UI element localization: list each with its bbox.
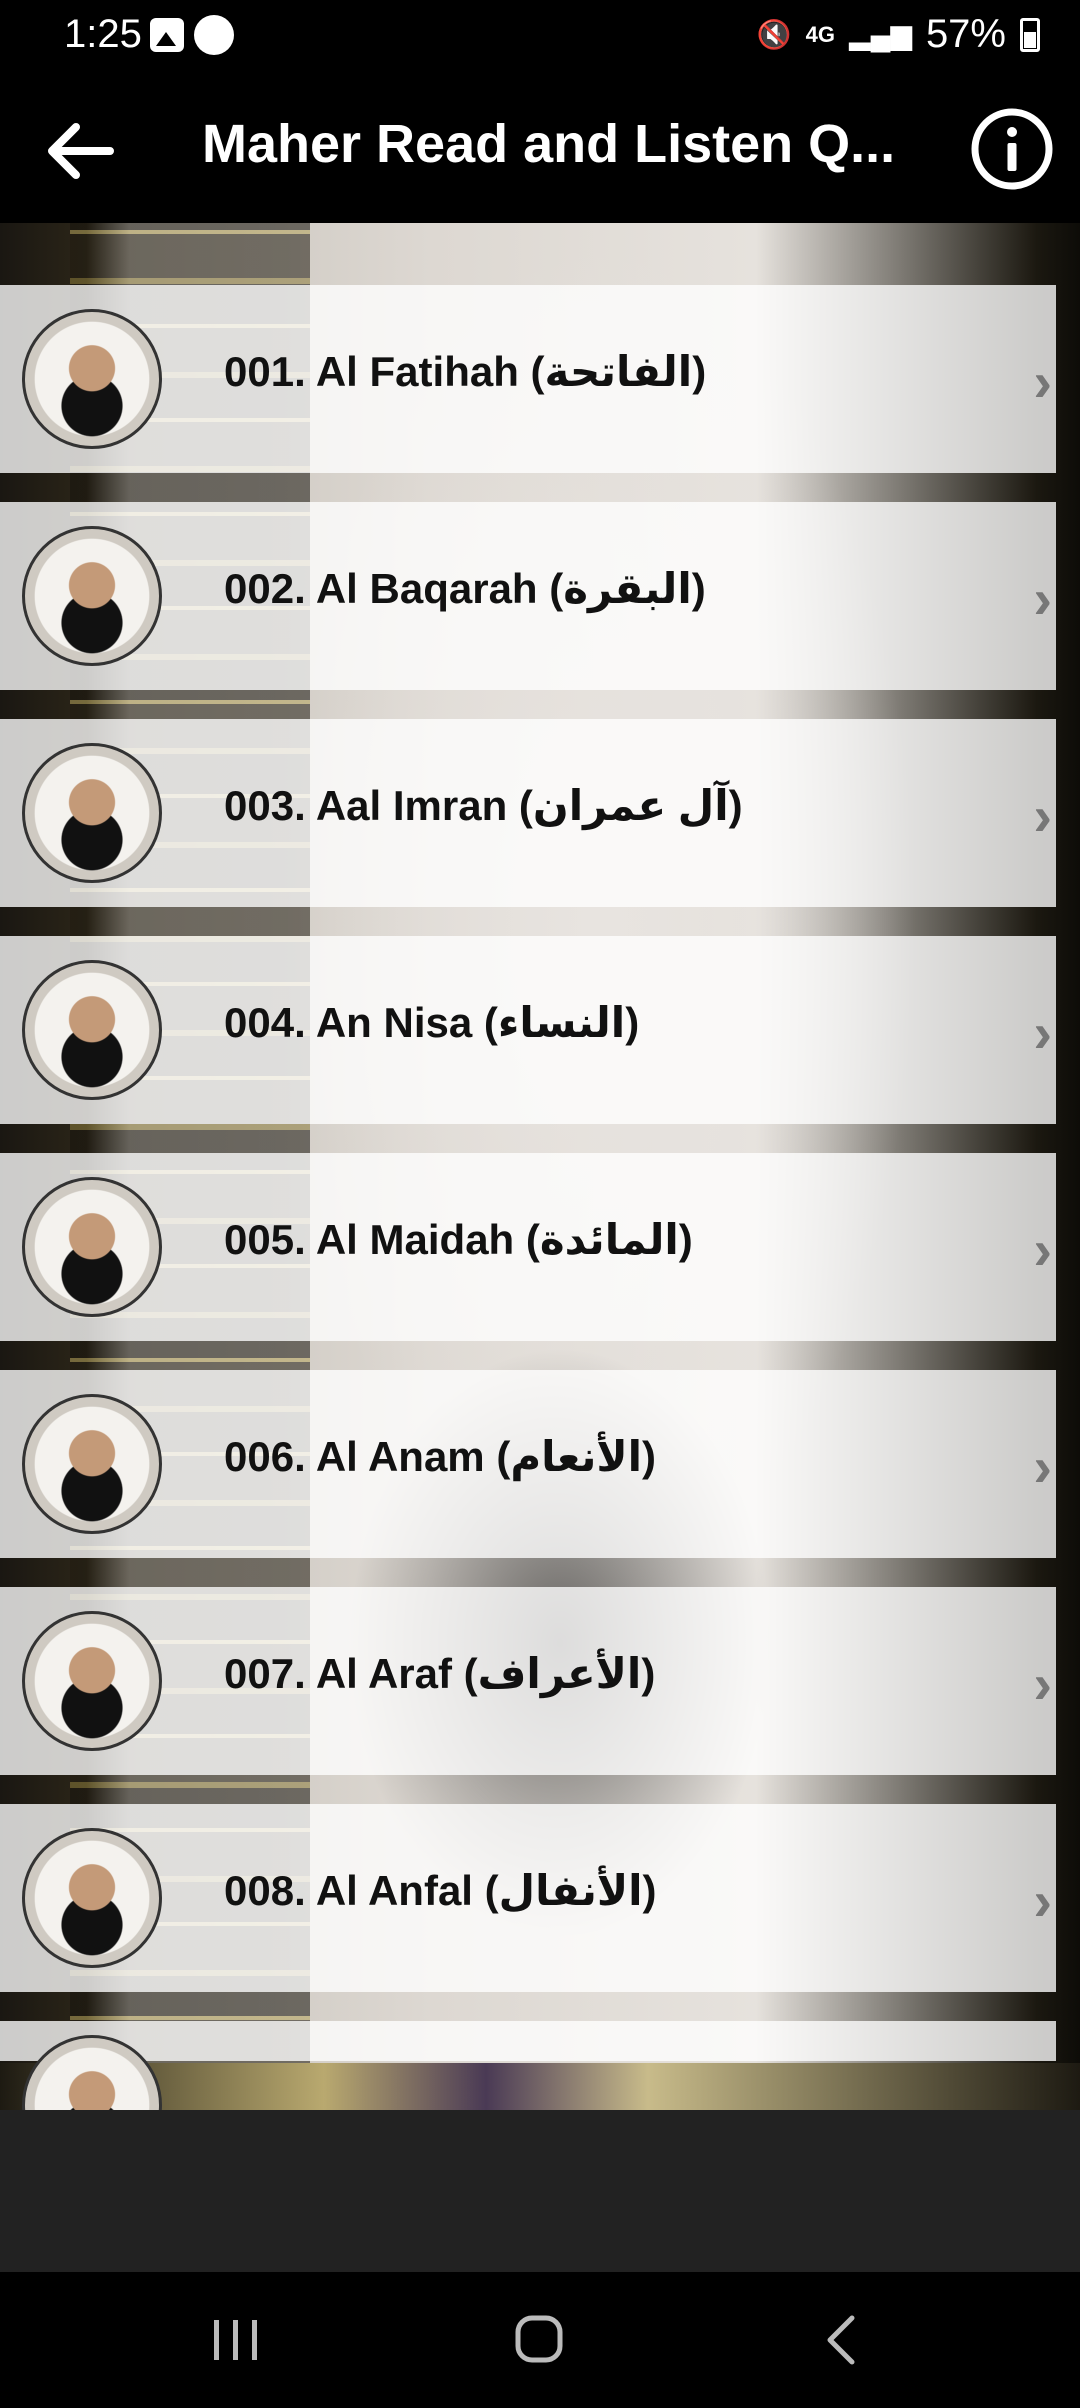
list-item-partial[interactable] [0,2021,1056,2110]
avatar [22,2035,162,2110]
status-time: 1:25 [64,12,142,56]
battery-percent: 57% [925,12,1006,56]
avatar [22,1394,162,1534]
recents-icon [214,2320,257,2360]
home-icon [515,2315,563,2363]
back-icon [827,2315,855,2365]
surah-title: 002. Al Baqarah (البقرة) [224,565,706,612]
notification-icons [150,15,234,58]
mute-icon: 🔇 [756,19,792,50]
surah-list-area[interactable]: 001. Al Fatihah (الفاتحة) › 002. Al Baqa… [0,223,1080,2110]
network-type: 4G [805,21,836,47]
avatar [22,960,162,1100]
background-image-strip [0,2063,1080,2110]
chevron-right-icon: › [1033,350,1052,413]
status-right: 🔇 4G ▂▄▆ 57% [757,12,1040,57]
signal-icon: ▂▄▆ [849,19,912,50]
screen: 1:25 🔇 4G ▂▄▆ 57% Maher Read and Listen … [0,0,1080,2408]
list-item[interactable]: 008. Al Anfal (الأنفال) › [0,1804,1056,1992]
list-item[interactable]: 006. Al Anam (الأنعام) › [0,1370,1056,1558]
battery-icon [1020,17,1040,52]
list-item[interactable]: 004. An Nisa (النساء) › [0,936,1056,1124]
surah-title: 007. Al Araf (الأعراف) [224,1650,656,1697]
list-item[interactable]: 001. Al Fatihah (الفاتحة) › [0,285,1056,473]
surah-title: 005. Al Maidah (المائدة) [224,1216,693,1263]
phone-notification-icon [194,15,234,55]
ad-banner-area [0,2110,1080,2272]
chevron-right-icon: › [1033,1218,1052,1281]
recents-button[interactable] [196,2308,276,2372]
back-button[interactable] [40,111,120,191]
chevron-right-icon: › [1033,567,1052,630]
surah-title: 001. Al Fatihah (الفاتحة) [224,348,707,395]
surah-title: 006. Al Anam (الأنعام) [224,1433,657,1480]
avatar [22,1177,162,1317]
surah-title: 004. An Nisa (النساء) [224,999,640,1046]
page-title: Maher Read and Listen Q... [202,114,896,174]
avatar [22,526,162,666]
home-button[interactable] [500,2308,580,2372]
list-item[interactable]: 005. Al Maidah (المائدة) › [0,1153,1056,1341]
avatar [22,1828,162,1968]
arrow-left-icon [48,123,114,179]
chevron-right-icon: › [1033,1435,1052,1498]
gallery-notification-icon [150,18,184,52]
chevron-right-icon: › [1033,1001,1052,1064]
list-item[interactable]: 002. Al Baqarah (البقرة) › [0,502,1056,690]
status-bar: 1:25 🔇 4G ▂▄▆ 57% [0,0,1080,75]
surah-title: 003. Aal Imran (آل عمران) [224,782,743,829]
list-item[interactable]: 007. Al Araf (الأعراف) › [0,1587,1056,1775]
list-item[interactable]: 003. Aal Imran (آل عمران) › [0,719,1056,907]
app-bar: Maher Read and Listen Q... [0,75,1080,223]
nav-back-button[interactable] [802,2308,882,2372]
surah-title: 008. Al Anfal (الأنفال) [224,1867,657,1914]
info-button[interactable] [968,105,1056,193]
avatar [22,743,162,883]
info-icon [971,108,1053,190]
chevron-right-icon: › [1033,1869,1052,1932]
avatar [22,309,162,449]
chevron-right-icon: › [1033,784,1052,847]
chevron-right-icon: › [1033,1652,1052,1715]
system-nav-bar [0,2272,1080,2408]
avatar [22,1611,162,1751]
